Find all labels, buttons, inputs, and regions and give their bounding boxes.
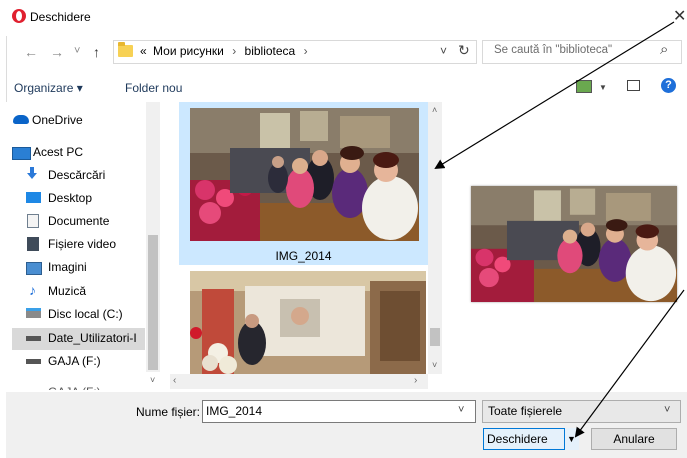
breadcrumb: « Мои рисунки › biblioteca › [140, 44, 308, 58]
breadcrumb-item-biblioteca[interactable]: biblioteca [245, 44, 296, 58]
sidebar-item-this-pc[interactable]: Acest PC [33, 145, 83, 159]
onedrive-cloud-icon [13, 115, 29, 124]
breadcrumb-overflow[interactable]: « [140, 44, 147, 58]
breadcrumb-item-pictures[interactable]: Мои рисунки [153, 44, 224, 58]
cancel-button-label[interactable]: Anulare [591, 432, 677, 446]
view-options-icon[interactable] [576, 80, 592, 93]
scroll-left-icon[interactable]: ‹ [173, 375, 176, 386]
view-dropdown-icon[interactable]: ▼ [599, 83, 607, 92]
sidebar-item-date-utilizatori[interactable]: Date_Utilizatori-I [48, 331, 137, 345]
breadcrumb-separator[interactable]: › [232, 44, 236, 58]
document-icon [27, 214, 39, 228]
folder-icon [118, 42, 133, 57]
meeting-photo-preview-image [471, 186, 677, 302]
drive-icon [26, 336, 41, 341]
organize-menu-button[interactable]: Organizare ▾ [14, 81, 83, 95]
filename-dropdown-icon[interactable]: ˅ [458, 404, 464, 416]
filetype-dropdown-icon[interactable]: ˅ [664, 404, 670, 416]
open-dropdown-icon[interactable]: ▼ [567, 434, 576, 444]
file-list-scrollbar-thumb[interactable] [430, 328, 440, 346]
music-icon: ♪ [29, 282, 36, 298]
file-list-horizontal-scrollbar[interactable] [170, 374, 428, 389]
pc-icon [12, 147, 31, 160]
sidebar-item-downloads[interactable]: Descărcări [48, 168, 105, 182]
open-button-label[interactable]: Deschidere [487, 432, 548, 446]
breadcrumb-separator[interactable]: › [304, 44, 308, 58]
help-icon[interactable]: ? [661, 78, 676, 93]
video-icon [27, 237, 39, 251]
sidebar-item-gaja[interactable]: GAJA (F:) [48, 354, 101, 368]
meeting-photo-image [190, 108, 419, 241]
sidebar-item-onedrive[interactable]: OneDrive [32, 113, 83, 127]
sidebar-item-local-disk[interactable]: Disc local (C:) [48, 307, 123, 321]
file-name-label[interactable]: IMG_2014 [179, 249, 428, 263]
up-folder-button[interactable]: ↑ [93, 44, 100, 60]
sidebar-item-desktop[interactable]: Desktop [48, 191, 92, 205]
sidebar-item-pictures[interactable]: Imagini [48, 260, 87, 274]
desktop-icon [26, 192, 41, 203]
recent-locations-button[interactable]: ˅ [74, 45, 80, 57]
new-folder-button[interactable]: Folder nou [125, 81, 182, 95]
sidebar-scrollbar-thumb[interactable] [148, 235, 158, 370]
filename-value[interactable]: IMG_2014 [206, 404, 262, 418]
sidebar-item-gaja-partial[interactable]: GAJA (F:) [48, 381, 101, 390]
window-title: Deschidere [30, 10, 91, 24]
sidebar-scroll-down-icon[interactable]: ˅ [150, 375, 155, 385]
title-bar [6, 6, 687, 36]
preview-image [471, 186, 677, 302]
scroll-right-icon[interactable]: › [414, 375, 417, 386]
opera-logo-icon [12, 9, 26, 23]
forward-button[interactable]: → [50, 44, 64, 60]
file-thumbnail-img-2014[interactable] [190, 108, 419, 241]
refresh-icon[interactable]: ↻ [458, 42, 470, 59]
files-scroll-down-icon[interactable]: ˅ [432, 360, 437, 370]
preview-pane-icon[interactable] [627, 80, 640, 91]
filetype-value[interactable]: Toate fișierele [488, 404, 562, 418]
presentation-photo-image [190, 271, 426, 374]
sidebar-item-music[interactable]: Muzică [48, 284, 86, 298]
drive-icon [26, 308, 41, 318]
search-icon[interactable]: ⌕ [660, 41, 668, 58]
files-scroll-up-icon[interactable]: ˄ [432, 105, 437, 115]
address-dropdown-icon[interactable]: ˅ [440, 44, 447, 58]
back-button[interactable]: ← [24, 44, 38, 60]
filename-label: Nume fișier: [136, 405, 201, 419]
drive-icon [26, 359, 41, 364]
close-icon[interactable]: ✕ [673, 6, 686, 26]
sidebar-item-videos[interactable]: Fișiere video [48, 237, 116, 251]
search-placeholder: Se caută în "biblioteca" [494, 44, 613, 56]
file-thumbnail-2[interactable] [190, 271, 426, 374]
sidebar-item-documents[interactable]: Documente [48, 214, 109, 228]
image-icon [26, 262, 42, 275]
